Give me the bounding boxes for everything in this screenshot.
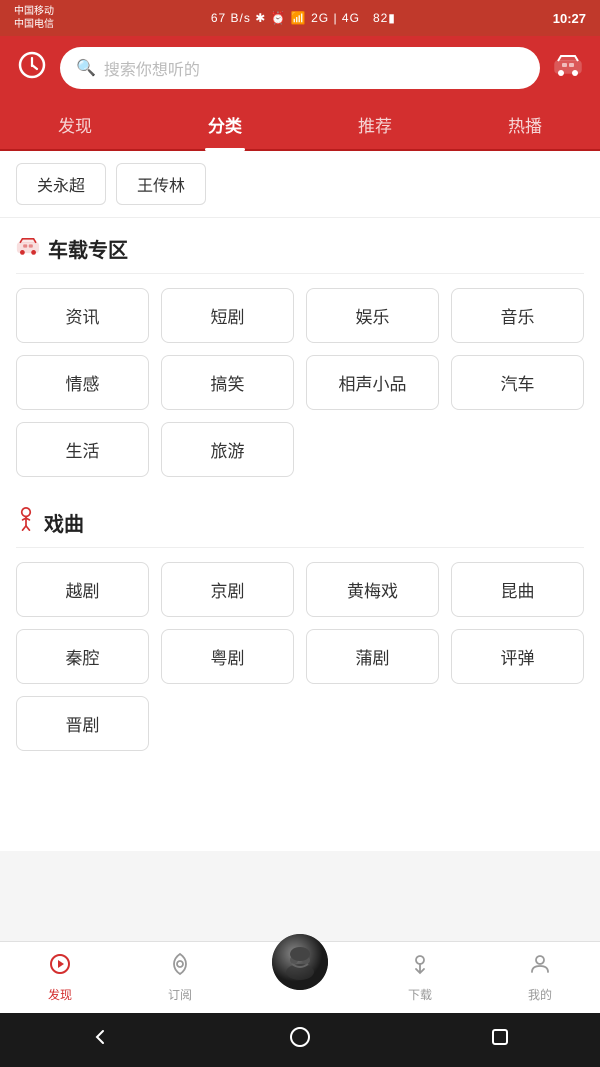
bottom-nav-subscribe[interactable]: 订阅: [120, 942, 240, 1013]
artist-chip-1[interactable]: 关永超: [16, 163, 106, 205]
status-time: 10:27: [553, 11, 586, 26]
discover-label: 发现: [48, 986, 72, 1003]
category-chip-yueju2[interactable]: 粤剧: [161, 629, 294, 684]
search-bar[interactable]: 🔍 搜索你想听的: [60, 47, 540, 89]
category-chip-huangmei[interactable]: 黄梅戏: [306, 562, 439, 617]
status-bar: 中国移动 中国电信 67 B/s ✱ ⏰ 📶 2G | 4G 82▮ 10:27: [0, 0, 600, 36]
search-icon: 🔍: [76, 58, 96, 78]
bottom-nav: 发现 订阅: [0, 941, 600, 1013]
artists-row: 关永超 王传林: [0, 151, 600, 218]
opera-section-icon: [16, 507, 36, 537]
category-chip-qinqiang[interactable]: 秦腔: [16, 629, 149, 684]
download-icon: [408, 952, 432, 982]
tab-recommend[interactable]: 推荐: [300, 100, 450, 149]
car-category-grid: 资讯 短剧 娱乐 音乐 情感 搞笑 相声小品 汽车 生活 旅游: [0, 274, 600, 491]
android-recent-button[interactable]: [465, 1018, 535, 1062]
nav-tabs: 发现 分类 推荐 热播: [0, 100, 600, 151]
mine-label: 我的: [528, 986, 552, 1003]
category-chip-car[interactable]: 汽车: [451, 355, 584, 410]
discover-icon: [48, 952, 72, 982]
car-icon[interactable]: [550, 53, 586, 84]
subscribe-icon: [168, 952, 192, 982]
car-section-icon: [16, 236, 40, 262]
download-label: 下载: [408, 986, 432, 1003]
android-back-button[interactable]: [65, 1018, 135, 1062]
bottom-nav-player[interactable]: [240, 942, 360, 1013]
header: 🔍 搜索你想听的: [0, 36, 600, 100]
car-section-header: 车载专区: [0, 218, 600, 273]
category-chip-news[interactable]: 资讯: [16, 288, 149, 343]
tab-discover[interactable]: 发现: [0, 100, 150, 149]
tab-category[interactable]: 分类: [150, 100, 300, 149]
search-placeholder: 搜索你想听的: [104, 56, 200, 80]
category-chip-crosstalk[interactable]: 相声小品: [306, 355, 439, 410]
bottom-nav-mine[interactable]: 我的: [480, 942, 600, 1013]
clock-icon[interactable]: [14, 51, 50, 86]
mine-icon: [528, 952, 552, 982]
opera-section-title: 戏曲: [44, 508, 84, 537]
avatar-image: [272, 934, 328, 990]
category-chip-puju[interactable]: 蒲剧: [306, 629, 439, 684]
car-section: 车载专区 资讯 短剧 娱乐 音乐 情感 搞笑 相声小品 汽车 生活 旅游: [0, 218, 600, 491]
category-chip-kunqu[interactable]: 昆曲: [451, 562, 584, 617]
category-chip-travel[interactable]: 旅游: [161, 422, 294, 477]
android-nav-bar: [0, 1013, 600, 1067]
status-center-info: 67 B/s ✱ ⏰ 📶 2G | 4G 82▮: [211, 11, 396, 25]
category-chip-emotion[interactable]: 情感: [16, 355, 149, 410]
bottom-nav-download[interactable]: 下载: [360, 942, 480, 1013]
android-home-button[interactable]: [265, 1018, 335, 1062]
tab-hot[interactable]: 热播: [450, 100, 600, 149]
opera-section-header: 戏曲: [0, 491, 600, 547]
category-chip-life[interactable]: 生活: [16, 422, 149, 477]
category-chip-comedy[interactable]: 搞笑: [161, 355, 294, 410]
subscribe-label: 订阅: [168, 986, 192, 1003]
opera-section: 戏曲 越剧 京剧 黄梅戏 昆曲 秦腔 粤剧 蒲剧 评弹 晋剧: [0, 491, 600, 765]
category-chip-jinju[interactable]: 晋剧: [16, 696, 149, 751]
category-chip-pingtan[interactable]: 评弹: [451, 629, 584, 684]
category-chip-entertainment[interactable]: 娱乐: [306, 288, 439, 343]
carrier-info: 中国移动 中国电信: [14, 5, 54, 31]
content-area: 关永超 王传林 车载专区 资讯 短剧 娱乐 音乐 情感: [0, 151, 600, 851]
opera-category-grid: 越剧 京剧 黄梅戏 昆曲 秦腔 粤剧 蒲剧 评弹 晋剧: [0, 548, 600, 765]
category-chip-jingju[interactable]: 京剧: [161, 562, 294, 617]
category-chip-shortplay[interactable]: 短剧: [161, 288, 294, 343]
bottom-nav-discover[interactable]: 发现: [0, 942, 120, 1013]
category-chip-music[interactable]: 音乐: [451, 288, 584, 343]
artist-chip-2[interactable]: 王传林: [116, 163, 206, 205]
category-chip-yueju[interactable]: 越剧: [16, 562, 149, 617]
player-avatar: [272, 934, 328, 990]
car-section-title: 车载专区: [48, 234, 128, 263]
